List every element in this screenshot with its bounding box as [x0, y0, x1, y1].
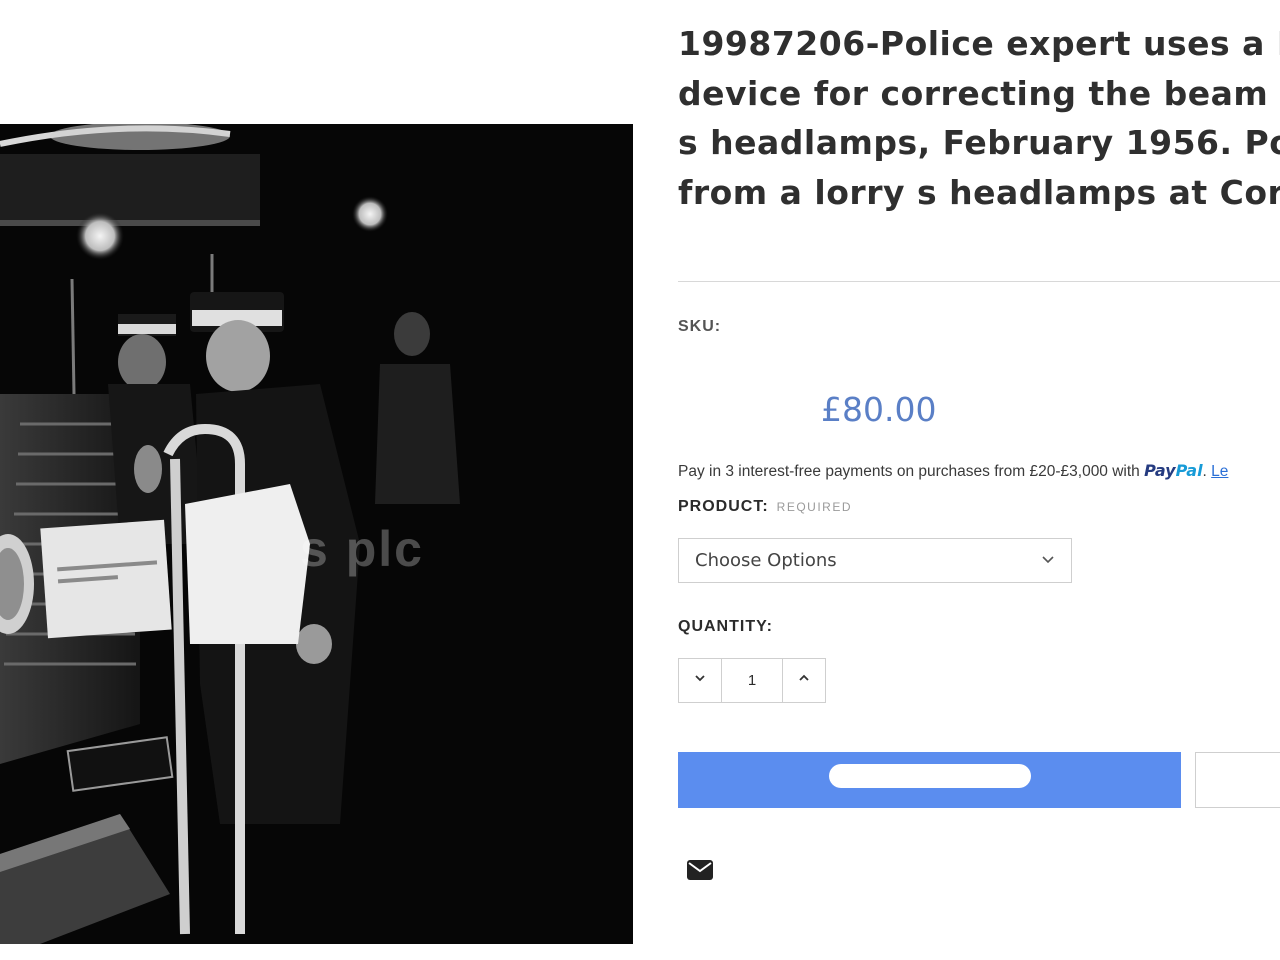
paypal-message-text: Pay in 3 interest-free payments on purch…: [678, 463, 1140, 480]
product-title-line: from a lorry s headlamps at Corsham: [678, 172, 1280, 212]
paypal-logo-pay: Pay: [1144, 461, 1176, 480]
product-title-line: device for correcting the beam of lorry: [678, 73, 1280, 113]
image-watermark: s plc: [300, 521, 424, 577]
add-to-cart-button[interactable]: [678, 752, 1181, 808]
quantity-stepper: 1: [678, 658, 826, 703]
product-title-line: 19987206-Police expert uses a Lucas: [678, 24, 1280, 63]
sku-label: SKU:: [678, 318, 722, 335]
product-option-label: PRODUCT: REQUIRED: [678, 498, 852, 516]
product-title-line: s headlamps, February 1956. Police: [678, 123, 1280, 162]
option-label-text: PRODUCT:: [678, 498, 769, 515]
paypal-logo-pal: Pal: [1175, 461, 1203, 480]
product-option-select[interactable]: Choose Options: [678, 538, 1072, 583]
sku-row: SKU:: [678, 318, 721, 336]
chevron-down-icon: [1041, 550, 1055, 571]
select-value: Choose Options: [695, 550, 837, 571]
envelope-icon: [687, 860, 713, 880]
chevron-up-icon: [797, 671, 811, 690]
required-badge: REQUIRED: [776, 500, 853, 514]
quantity-increase-button[interactable]: [782, 658, 826, 703]
chevron-down-icon: [693, 671, 707, 690]
quantity-decrease-button[interactable]: [678, 658, 722, 703]
quantity-label: QUANTITY:: [678, 618, 773, 635]
paypal-logo: PayPal: [1144, 461, 1202, 480]
title-divider: [678, 281, 1280, 282]
paypal-learn-more-link[interactable]: Le: [1211, 463, 1228, 480]
product-image[interactable]: s plc: [0, 124, 633, 944]
share-email-link[interactable]: [687, 860, 713, 880]
quantity-input[interactable]: 1: [722, 658, 782, 703]
product-title: 19987206-Police expert uses a Lucas devi…: [678, 19, 1280, 217]
secondary-action-button[interactable]: [1195, 752, 1280, 808]
product-price: £80.00: [821, 390, 937, 429]
paypal-message: Pay in 3 interest-free payments on purch…: [678, 461, 1229, 480]
product-details: 19987206-Police expert uses a Lucas devi…: [678, 0, 1280, 960]
add-to-cart-label: [828, 764, 1031, 788]
